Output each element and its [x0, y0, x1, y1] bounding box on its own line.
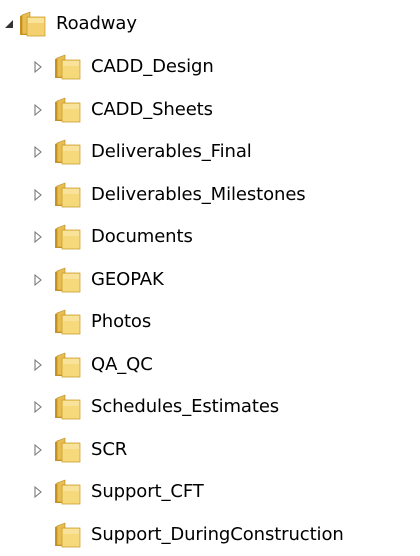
tree-item-label: Support_CFT [91, 481, 204, 502]
folder-icon [53, 394, 83, 420]
tree-item-label: CADD_Design [91, 56, 214, 77]
folder-icon [53, 267, 83, 293]
collapsed-arrow-icon[interactable] [31, 145, 45, 159]
folder-icon [53, 54, 83, 80]
collapsed-arrow-icon[interactable] [31, 358, 45, 372]
tree-item-documents[interactable]: Documents [31, 216, 193, 258]
collapsed-arrow-icon[interactable] [31, 230, 45, 244]
no-expander-spacer [31, 315, 45, 329]
tree-item-support-duringconstruction[interactable]: Support_DuringConstruction [31, 514, 344, 556]
tree-item-deliverables-final[interactable]: Deliverables_Final [31, 131, 252, 173]
tree-item-label: Roadway [56, 13, 137, 34]
tree-item-label: QA_QC [91, 354, 153, 375]
tree-item-label: Support_DuringConstruction [91, 524, 344, 545]
tree-item-label: SCR [91, 439, 128, 460]
tree-item-geopak[interactable]: GEOPAK [31, 259, 164, 301]
tree-item-cadd-sheets[interactable]: CADD_Sheets [31, 89, 213, 131]
collapsed-arrow-icon[interactable] [31, 400, 45, 414]
folder-icon [53, 182, 83, 208]
tree-item-cadd-design[interactable]: CADD_Design [31, 46, 214, 88]
collapsed-arrow-icon[interactable] [31, 60, 45, 74]
collapsed-arrow-icon[interactable] [31, 273, 45, 287]
folder-icon [53, 522, 83, 548]
folder-icon [53, 479, 83, 505]
tree-item-support-cft[interactable]: Support_CFT [31, 471, 204, 513]
collapsed-arrow-icon[interactable] [31, 443, 45, 457]
tree-item-label: GEOPAK [91, 269, 164, 290]
collapsed-arrow-icon[interactable] [31, 188, 45, 202]
collapsed-arrow-icon[interactable] [31, 103, 45, 117]
folder-icon [53, 139, 83, 165]
folder-icon [53, 309, 83, 335]
no-expander-spacer [31, 528, 45, 542]
folder-icon [53, 97, 83, 123]
tree-item-qa-qc[interactable]: QA_QC [31, 344, 153, 386]
expanded-arrow-icon[interactable] [2, 17, 16, 31]
tree-item-label: Deliverables_Milestones [91, 184, 306, 205]
tree-item-scr[interactable]: SCR [31, 429, 127, 471]
folder-tree: Roadway CADD_Design CADD_Sheets Deliverabl… [0, 0, 420, 548]
tree-item-label: Deliverables_Final [91, 141, 252, 162]
tree-root-roadway[interactable]: Roadway [2, 3, 137, 45]
tree-item-label: Schedules_Estimates [91, 396, 280, 417]
tree-item-deliverables-milestones[interactable]: Deliverables_Milestones [31, 174, 306, 216]
folder-icon [18, 11, 48, 37]
folder-icon [53, 352, 83, 378]
collapsed-arrow-icon[interactable] [31, 485, 45, 499]
folder-icon [53, 224, 83, 250]
tree-item-schedules-estimates[interactable]: Schedules_Estimates [31, 386, 279, 428]
tree-item-label: Documents [91, 226, 193, 247]
tree-item-label: CADD_Sheets [91, 99, 213, 120]
folder-icon [53, 437, 83, 463]
tree-item-photos[interactable]: Photos [31, 301, 151, 343]
tree-item-label: Photos [91, 311, 152, 332]
